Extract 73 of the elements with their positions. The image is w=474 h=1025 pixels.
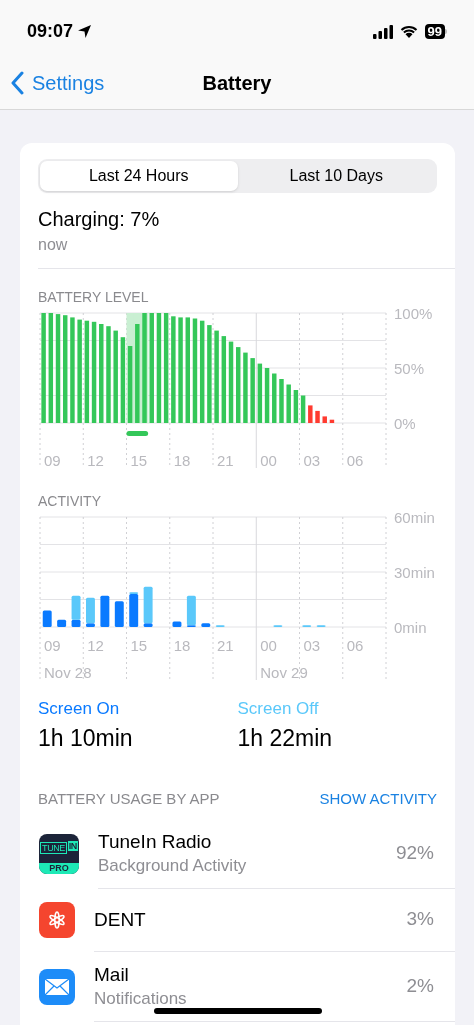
- chart-bar: [315, 410, 320, 423]
- chart-bar: [286, 384, 291, 423]
- battery-indicator: 99: [424, 24, 447, 39]
- screen-title: Battery: [202, 71, 272, 96]
- chart-bar: [57, 619, 67, 627]
- axis-label: 00: [260, 452, 277, 469]
- duration-value: 1h 22min: [237, 724, 334, 753]
- usage-percent: 2%: [406, 973, 434, 998]
- axis-label: 15: [130, 637, 148, 654]
- chart-bar: [172, 621, 182, 627]
- section-label: BATTERY LEVEL: [38, 288, 150, 306]
- chart-bar: [243, 352, 248, 423]
- envelope-app-icon: [39, 968, 75, 1005]
- axis-label: 0%: [394, 414, 416, 432]
- axis-label: 15: [130, 452, 148, 469]
- chart-bar: [201, 623, 211, 627]
- chart-bar: [250, 358, 255, 423]
- location-icon: [77, 24, 93, 39]
- app-detail: Notifications: [94, 987, 188, 1010]
- axis-label: 00: [260, 637, 277, 654]
- segment-tab[interactable]: Last 10 Days: [237, 161, 435, 191]
- duration-value: 1h 10min: [38, 724, 134, 753]
- legend-label: Screen Off: [237, 698, 320, 720]
- app-detail: Background Activity: [98, 854, 248, 877]
- axis-label: 18: [173, 637, 191, 654]
- show-activity-link[interactable]: SHOW ACTIVITY: [319, 788, 437, 811]
- axis-label: 21: [217, 637, 234, 654]
- axis-label: 50%: [394, 359, 425, 377]
- usage-percent: 92%: [395, 840, 434, 865]
- charging-time: now: [38, 235, 69, 255]
- axis-label: 18: [173, 452, 191, 469]
- axis-label: 12: [87, 452, 104, 469]
- chart-bar: [322, 416, 327, 423]
- date-label: Nov 29: [260, 664, 308, 681]
- chart-bar: [329, 419, 335, 423]
- axis-label: 12: [87, 637, 104, 654]
- charging-status: Charging: 7%: [38, 207, 161, 232]
- status-time: 09:07: [27, 20, 74, 43]
- section-label: ACTIVITY: [38, 492, 102, 510]
- axis-label: 06: [346, 637, 364, 654]
- axis-label: 60min: [394, 508, 435, 526]
- radio-app-icon: TUNE IN PRO: [39, 833, 79, 874]
- charging-indicator: [126, 431, 149, 436]
- chart-bar: [100, 595, 110, 627]
- axis-label: 30min: [394, 563, 435, 581]
- wifi-icon: [398, 24, 419, 39]
- signal-icon: [372, 24, 393, 39]
- segment-tab[interactable]: Last 24 Hours: [40, 161, 238, 191]
- axis-label: 21: [217, 452, 234, 469]
- axis-label: 09: [44, 452, 61, 469]
- asterisk-app-icon: [39, 902, 75, 938]
- back-chevron-icon: [10, 71, 24, 95]
- axis-label: 03: [303, 452, 321, 469]
- app-name: Mail: [94, 962, 130, 987]
- app-row[interactable]: TUNE IN PRO TuneIn Radio Background Activity 92%: [20, 818, 455, 889]
- chart-bar: [308, 405, 313, 423]
- back-button[interactable]: Settings: [10, 68, 105, 98]
- app-name: DENT: [94, 908, 147, 932]
- axis-label: 100%: [394, 304, 433, 322]
- app-row[interactable]: DENT 3%: [20, 888, 455, 952]
- chart-bar: [42, 610, 52, 627]
- chart-bar: [279, 379, 284, 423]
- chart-bar: [272, 373, 277, 423]
- legend-label: Screen On: [38, 698, 121, 720]
- app-name: TuneIn Radio: [98, 829, 213, 854]
- section-label: BATTERY USAGE BY APP: [38, 789, 220, 809]
- usage-percent: 3%: [406, 907, 434, 932]
- axis-label: 0min: [394, 618, 427, 636]
- date-label: Nov 28: [44, 664, 92, 681]
- axis-label: 06: [346, 452, 364, 469]
- axis-label: 09: [44, 637, 61, 654]
- axis-label: 03: [303, 637, 321, 654]
- chart-bar: [114, 601, 124, 627]
